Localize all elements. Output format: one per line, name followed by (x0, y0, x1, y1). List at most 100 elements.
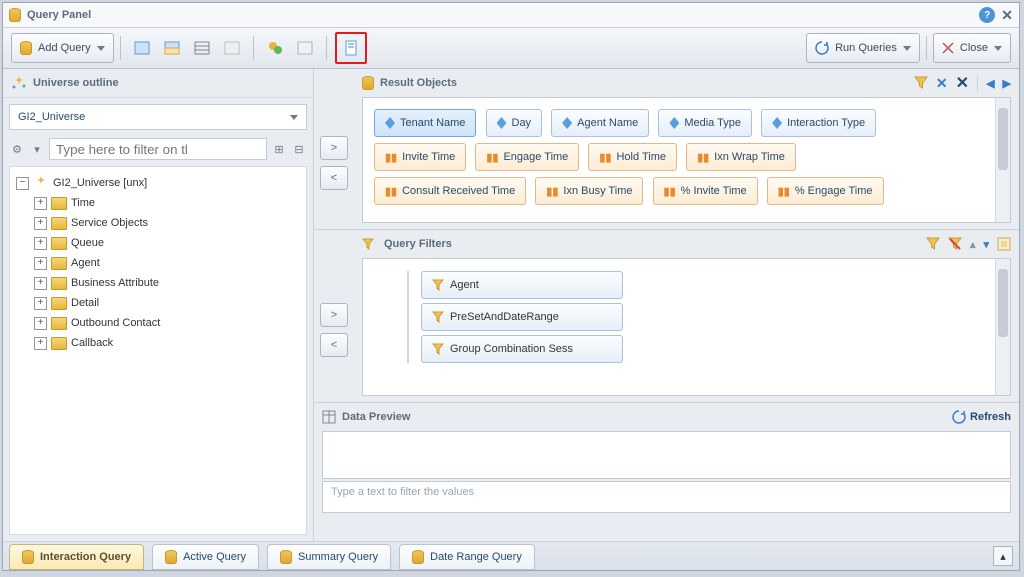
tab-label: Date Range Query (430, 551, 522, 563)
delete-all-icon[interactable]: ✕ (956, 73, 969, 93)
wrench-icon[interactable]: ⚙ (9, 141, 25, 157)
filter-icon[interactable] (926, 237, 940, 251)
preview-icon[interactable] (292, 35, 318, 61)
result-object-chip[interactable]: Media Type (658, 109, 752, 137)
sparkle-icon (33, 175, 49, 191)
data-preview-header: Data Preview Refresh (314, 403, 1019, 431)
scrollbar[interactable] (995, 98, 1010, 222)
tree-item[interactable]: +Outbound Contact (34, 313, 300, 333)
view-4-icon[interactable] (219, 35, 245, 61)
tabs-collapse-button[interactable]: ▴ (993, 546, 1013, 566)
dimension-icon (385, 117, 395, 129)
funnel-icon (432, 279, 444, 291)
universe-tree[interactable]: − GI2_Universe [unx] +Time +Service Obje… (9, 166, 307, 535)
query-panel: Query Panel ? ✕ Add Query Run Queries Cl… (2, 2, 1020, 571)
chip-label: Consult Received Time (402, 185, 515, 197)
close-button[interactable]: Close (933, 33, 1011, 63)
dropdown-caret-icon (994, 46, 1002, 51)
tree-item-label: Detail (71, 297, 99, 309)
data-preview-filter-input[interactable]: Type a text to filter the values (322, 481, 1011, 513)
add-to-filters-button[interactable]: > (320, 303, 348, 327)
result-object-chip[interactable]: ▮▮% Invite Time (653, 177, 758, 205)
result-object-chip[interactable]: ▮▮Ixn Wrap Time (686, 143, 796, 171)
view-1-icon[interactable] (129, 35, 155, 61)
query-tab[interactable]: Summary Query (267, 544, 391, 570)
chip-label: Interaction Type (787, 117, 865, 129)
expand-icon[interactable]: + (34, 337, 47, 350)
run-queries-button[interactable]: Run Queries (806, 33, 920, 63)
result-object-chip[interactable]: ▮▮Invite Time (374, 143, 466, 171)
tree-item-label: Business Attribute (71, 277, 159, 289)
link-icon[interactable] (262, 35, 288, 61)
transfer-buttons: > < (314, 303, 354, 357)
collapse-minus-icon[interactable]: ⊟ (291, 141, 307, 157)
filter-icon[interactable] (914, 76, 928, 90)
down-icon[interactable]: ▾ (983, 238, 989, 251)
delete-filter-icon[interactable] (948, 237, 962, 251)
add-to-results-button[interactable]: > (320, 136, 348, 160)
tree-item[interactable]: + Business Attribute (34, 273, 300, 293)
collapse-icon[interactable]: − (16, 177, 29, 190)
help-icon[interactable]: ? (979, 7, 995, 23)
folder-icon (51, 257, 67, 270)
prev-icon[interactable]: ◀ (986, 77, 994, 90)
tree-item[interactable]: + Queue (34, 233, 300, 253)
measure-icon: ▮▮ (778, 185, 790, 198)
filter-chip[interactable]: Group Combination Sess (421, 335, 623, 363)
tree-item[interactable]: +Callback (34, 333, 300, 353)
expand-icon[interactable]: + (34, 257, 47, 270)
refresh-button[interactable]: Refresh (952, 410, 1011, 424)
result-objects-body[interactable]: Tenant Name Day Agent Name Media Type In… (362, 97, 1011, 223)
dropdown-caret-icon[interactable]: ▾ (29, 141, 45, 157)
highlighted-document-icon[interactable] (335, 32, 367, 64)
measure-icon: ▮▮ (599, 151, 611, 164)
database-icon (362, 76, 374, 90)
tree-item[interactable]: +Time (34, 193, 300, 213)
funnel-icon (432, 343, 444, 355)
tree-item[interactable]: +Service Objects (34, 213, 300, 233)
result-object-chip[interactable]: ▮▮Ixn Busy Time (535, 177, 643, 205)
query-filters-body[interactable]: Agent PreSetAndDateRange Group Combinati… (362, 258, 1011, 396)
close-icon[interactable]: ✕ (1001, 7, 1013, 24)
up-icon[interactable]: ▴ (970, 238, 976, 251)
nested-icon[interactable] (997, 237, 1011, 251)
next-icon[interactable]: ▶ (1003, 77, 1011, 90)
result-object-chip[interactable]: ▮▮% Engage Time (767, 177, 884, 205)
tree-root[interactable]: − GI2_Universe [unx] (16, 173, 300, 193)
expand-icon[interactable]: + (34, 317, 47, 330)
delete-icon[interactable]: ✕ (936, 75, 948, 92)
chip-label: Ixn Busy Time (563, 185, 632, 197)
view-2-icon[interactable] (159, 35, 185, 61)
query-tab[interactable]: Active Query (152, 544, 259, 570)
result-object-chip[interactable]: ▮▮Hold Time (588, 143, 677, 171)
query-tab[interactable]: Date Range Query (399, 544, 535, 570)
data-preview-area (322, 431, 1011, 479)
tree-item[interactable]: + Detail (34, 293, 300, 313)
expand-icon[interactable]: + (34, 297, 47, 310)
result-object-chip[interactable]: ▮▮Engage Time (475, 143, 579, 171)
expand-icon[interactable]: + (34, 277, 47, 290)
tree-item[interactable]: +Agent (34, 253, 300, 273)
result-object-chip[interactable]: Agent Name (551, 109, 649, 137)
result-object-chip[interactable]: Day (486, 109, 543, 137)
universe-select[interactable]: GI2_Universe (9, 104, 307, 130)
filter-chip[interactable]: Agent (421, 271, 623, 299)
remove-from-filters-button[interactable]: < (320, 333, 348, 357)
filter-chip[interactable]: PreSetAndDateRange (421, 303, 623, 331)
universe-filter-input[interactable] (49, 138, 267, 160)
view-3-icon[interactable] (189, 35, 215, 61)
result-object-chip[interactable]: ▮▮Consult Received Time (374, 177, 526, 205)
expand-icon[interactable]: + (34, 197, 47, 210)
refresh-icon (815, 41, 829, 55)
expand-plus-icon[interactable]: ⊞ (271, 141, 287, 157)
result-object-chip[interactable]: Tenant Name (374, 109, 476, 137)
query-tab[interactable]: Interaction Query (9, 544, 144, 570)
result-object-chip[interactable]: Interaction Type (761, 109, 876, 137)
add-query-button[interactable]: Add Query (11, 33, 114, 63)
tree-item-label: Queue (71, 237, 104, 249)
scrollbar[interactable] (995, 259, 1010, 395)
panel-title: Query Panel (27, 9, 91, 21)
remove-from-results-button[interactable]: < (320, 166, 348, 190)
expand-icon[interactable]: + (34, 217, 47, 230)
expand-icon[interactable]: + (34, 237, 47, 250)
